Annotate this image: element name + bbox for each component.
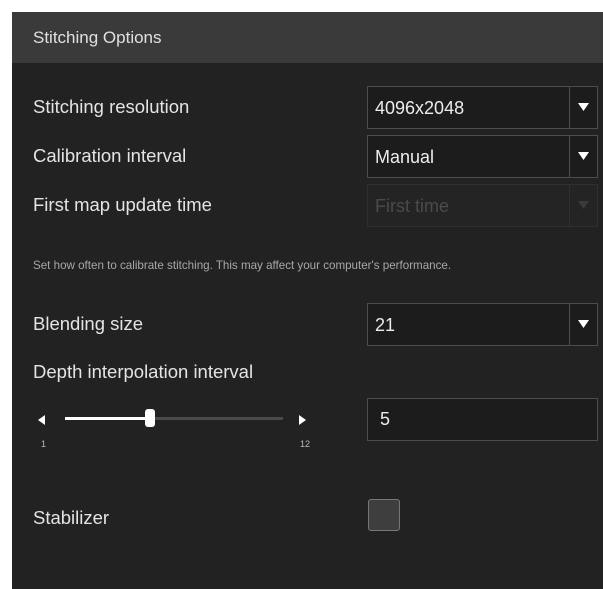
slider-decrement-button[interactable]	[38, 412, 45, 430]
slider-max-label: 12	[300, 439, 311, 449]
depth-interpolation-value-input[interactable]	[367, 398, 598, 441]
caret-left-icon	[38, 415, 45, 425]
stabilizer-checkbox[interactable]	[368, 499, 400, 531]
panel-header: Stitching Options	[12, 12, 603, 63]
slider-increment-button[interactable]	[299, 412, 306, 430]
calibration-interval-label: Calibration interval	[33, 145, 187, 166]
stitching-options-panel: Stitching Options Stitching resolution 4…	[12, 12, 603, 589]
stitching-resolution-value: 4096x2048	[375, 98, 465, 118]
panel-title: Stitching Options	[33, 28, 162, 47]
stitching-resolution-dropdown[interactable]: 4096x2048	[367, 86, 598, 129]
calibration-hint-text: Set how often to calibrate stitching. Th…	[33, 259, 452, 272]
first-map-update-time-dropdown-button	[569, 185, 597, 226]
slider-min-label: 1	[41, 439, 47, 449]
stitching-resolution-dropdown-button[interactable]	[569, 87, 597, 128]
first-map-update-time-label: First map update time	[33, 194, 212, 215]
first-map-update-time-value: First time	[375, 196, 449, 216]
caret-right-icon	[299, 415, 306, 425]
calibration-interval-value: Manual	[375, 147, 435, 167]
chevron-down-icon	[578, 320, 589, 328]
chevron-down-icon	[578, 103, 589, 111]
depth-interpolation-interval-label: Depth interpolation interval	[33, 361, 254, 382]
blending-size-dropdown[interactable]: 21	[367, 303, 598, 346]
stabilizer-label: Stabilizer	[33, 507, 110, 528]
first-map-update-time-dropdown: First time	[367, 184, 598, 227]
slider-thumb[interactable]	[145, 409, 156, 427]
blending-size-value: 21	[375, 315, 396, 335]
stitching-resolution-label: Stitching resolution	[33, 96, 190, 117]
chevron-down-icon	[578, 201, 589, 209]
slider-fill	[65, 417, 151, 420]
blending-size-dropdown-button[interactable]	[569, 304, 597, 345]
depth-interpolation-slider[interactable]	[65, 409, 283, 427]
calibration-interval-dropdown-button[interactable]	[569, 136, 597, 177]
chevron-down-icon	[578, 152, 589, 160]
calibration-interval-dropdown[interactable]: Manual	[367, 135, 598, 178]
blending-size-label: Blending size	[33, 313, 144, 334]
